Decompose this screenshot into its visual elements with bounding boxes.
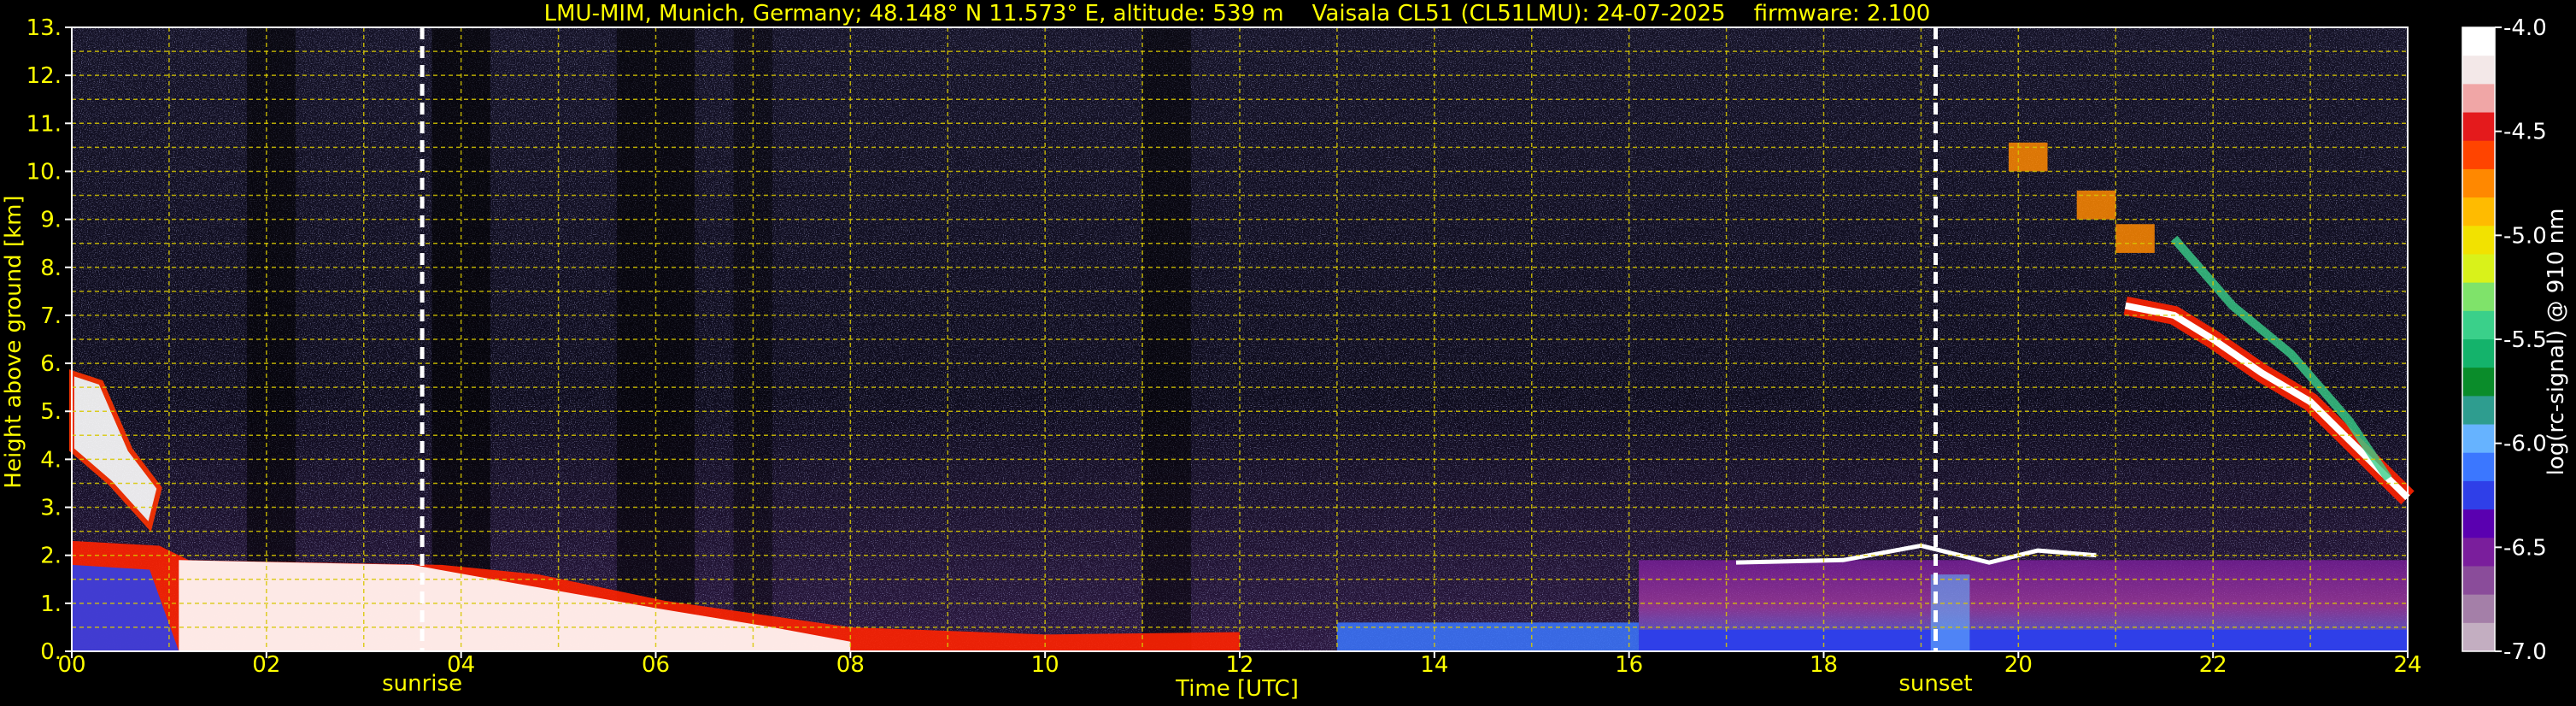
y-axis-label: Height above ground [km] [1,195,26,488]
sunset-label: sunset [1898,671,1972,697]
colorbar-swatch [2462,509,2495,538]
y-tick-label: 8. [40,256,62,281]
x-tick-label: 08 [836,652,865,678]
colorbar-swatch [2462,112,2495,142]
ceilometer-chart: sunrise sunset 00 02 04 06 08 10 12 14 16 18 20 22 24… [1,1,2569,702]
colorbar-swatch [2462,84,2495,114]
x-axis-label: Time [UTC] [1175,676,1299,702]
colorbar-swatch [2462,282,2495,312]
surface-layer [1639,629,2408,651]
x-tick-label: 18 [1810,652,1838,678]
x-tick-label: 14 [1420,652,1448,678]
y-tick-label: 3. [40,496,62,521]
cirrus-patch [2115,224,2155,253]
colorbar: -4.0 -4.5 -5.0 -5.5 -6.0 -6.5 -7.0 [2462,15,2547,665]
colorbar-swatch [2462,168,2495,198]
y-tick-label: 0. [40,639,62,665]
y-tick-label: 10. [26,159,62,185]
x-tick-label: 00 [57,652,85,678]
colorbar-tick-label: -5.0 [2503,223,2547,249]
colorbar-swatch [2462,424,2495,454]
colorbar-swatch [2462,310,2495,340]
chart-title: LMU-MIM, Munich, Germany; 48.148° N 11.5… [544,1,1931,26]
colorbar-swatch [2462,480,2495,510]
colorbar-swatch [2462,226,2495,255]
colorbar-swatch [2462,27,2495,56]
y-tick-label: 2. [40,544,62,569]
colorbar-tick-label: -7.0 [2503,639,2547,665]
y-tick-label: 6. [40,351,62,377]
y-tick-label: 4. [40,447,62,473]
colorbar-swatch [2462,538,2495,567]
colorbar-swatch [2462,197,2495,227]
x-tick-label: 16 [1615,652,1643,678]
colorbar-swatch [2462,254,2495,284]
colorbar-swatch [2462,566,2495,596]
x-tick-label: 02 [252,652,280,678]
y-tick-label: 9. [40,208,62,233]
colorbar-swatch [2462,339,2495,368]
colorbar-label: log(rc-signal) @ 910 nm [2544,209,2569,476]
x-tick-label: 20 [2004,652,2033,678]
y-tick-label: 12. [26,63,62,89]
y-tick-label: 13. [26,15,62,41]
colorbar-swatch [2462,594,2495,624]
colorbar-swatch [2462,622,2495,652]
colorbar-swatch [2462,56,2495,85]
x-tick-label: 24 [2393,652,2421,678]
x-tick-label: 10 [1031,652,1059,678]
x-tick-label: 06 [642,652,670,678]
x-tick-label: 12 [1225,652,1253,678]
colorbar-tick-label: -6.5 [2503,535,2547,561]
x-tick-label: 04 [447,652,475,678]
y-tick-label: 11. [26,111,62,137]
y-tick-label: 1. [40,591,62,617]
colorbar-swatch [2462,140,2495,170]
colorbar-tick-label: -4.0 [2503,15,2547,41]
colorbar-tick-label: -4.5 [2503,120,2547,145]
colorbar-swatch [2462,368,2495,397]
colorbar-tick-label: -6.0 [2503,432,2547,457]
x-tick-label: 22 [2199,652,2227,678]
y-tick-label: 7. [40,303,62,329]
y-tick-label: 5. [40,399,62,425]
colorbar-swatch [2462,452,2495,482]
colorbar-tick-label: -5.5 [2503,327,2547,353]
colorbar-swatch [2462,396,2495,426]
